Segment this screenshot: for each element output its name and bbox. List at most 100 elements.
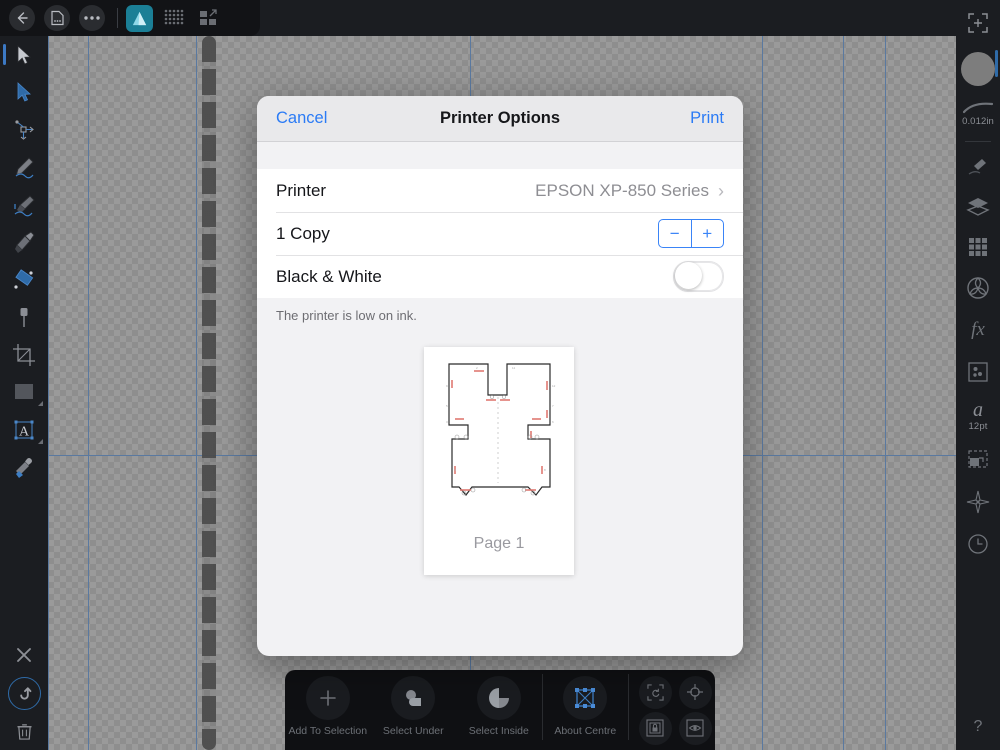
colour-swatch-icon[interactable]	[956, 46, 1000, 92]
font-size-label: 12pt	[968, 421, 988, 432]
effects-studio-icon[interactable]: fx	[956, 309, 1000, 351]
lock-children-icon	[638, 711, 672, 745]
more-icon[interactable]	[79, 5, 105, 31]
move-tool-icon	[17, 44, 31, 65]
pencil-tool[interactable]	[0, 149, 48, 187]
corner-tool-icon	[15, 120, 34, 140]
lock-children-button[interactable]	[635, 710, 675, 746]
guide-vertical	[196, 36, 197, 750]
cycle-selection-button[interactable]	[635, 674, 675, 710]
select-under-glyph	[406, 690, 422, 706]
undo-icon[interactable]	[0, 674, 48, 712]
top-toolbar	[0, 0, 260, 36]
close-icon[interactable]	[0, 636, 48, 674]
pixel-persona-icon[interactable]	[161, 5, 187, 31]
eyedropper-icon	[16, 458, 32, 479]
cycle-selection-icon	[638, 675, 672, 709]
history-studio-icon[interactable]	[956, 523, 1000, 565]
crosshair-glyph	[687, 684, 704, 700]
help-button[interactable]: ?	[956, 712, 1000, 742]
layers-studio-icon[interactable]	[956, 187, 1000, 227]
selected-object[interactable]	[202, 36, 216, 750]
select-under-label: Select Under	[382, 725, 444, 737]
export-glyph	[200, 9, 217, 25]
guide-vertical	[762, 36, 763, 750]
document-icon[interactable]	[44, 5, 70, 31]
svg-text:8: 8	[544, 468, 546, 472]
dialog-spacer	[257, 142, 743, 169]
move-origin-button[interactable]	[675, 674, 715, 710]
about-centre-button[interactable]: About Centre	[543, 670, 629, 737]
add-to-selection-label: Add To Selection	[288, 725, 368, 737]
svg-text:11: 11	[512, 366, 515, 370]
tool-expand-indicator	[38, 401, 43, 406]
export-persona-studio-icon[interactable]	[956, 439, 1000, 481]
decrement-copies-button[interactable]: −	[659, 220, 692, 247]
pen-tool[interactable]	[0, 224, 48, 262]
document-glyph	[50, 10, 64, 26]
node-tool[interactable]	[0, 74, 48, 112]
draw-persona-icon[interactable]	[126, 4, 153, 32]
show-selection-button[interactable]	[675, 710, 715, 746]
swatches-studio-icon[interactable]	[956, 227, 1000, 267]
black-and-white-toggle[interactable]	[673, 261, 724, 292]
plus-icon	[305, 676, 350, 720]
page-preview[interactable]: 2 11 9 12 57 36 48 Page 1	[424, 347, 574, 575]
adjustment-studio-icon[interactable]	[956, 351, 1000, 393]
export-persona-icon[interactable]	[195, 5, 221, 31]
export-slice-glyph	[968, 450, 988, 468]
transform-glyph	[968, 13, 988, 33]
vector-brush-tool[interactable]	[0, 186, 48, 224]
guide-vertical	[48, 36, 49, 750]
cancel-button[interactable]: Cancel	[276, 109, 327, 128]
crop-tool[interactable]	[0, 336, 48, 374]
move-origin-icon	[678, 675, 712, 709]
character-studio-icon[interactable]: a 12pt	[956, 393, 1000, 439]
fill-tool[interactable]	[0, 261, 48, 299]
printer-label: Printer	[276, 180, 327, 200]
compass-glyph	[966, 490, 990, 514]
undo-ring	[7, 676, 41, 710]
text-tool[interactable]: A	[0, 411, 48, 449]
svg-text:A: A	[19, 424, 30, 439]
shape-tool[interactable]	[0, 374, 48, 412]
transform-studio-icon[interactable]	[956, 0, 1000, 46]
current-colour	[961, 52, 995, 86]
dialog-header: Cancel Printer Options Print	[257, 96, 743, 142]
increment-copies-button[interactable]: +	[692, 220, 724, 247]
move-tool[interactable]	[0, 36, 48, 74]
copies-stepper[interactable]: − +	[658, 219, 724, 248]
undo-arrow-glyph	[19, 686, 31, 700]
cycle-glyph	[646, 683, 664, 701]
back-icon[interactable]	[9, 5, 35, 31]
toggle-knob	[675, 262, 702, 289]
select-under-icon	[391, 676, 436, 720]
tool-expand-indicator	[38, 438, 43, 444]
lock-glyph	[646, 719, 664, 737]
character-a-glyph: a	[973, 399, 983, 421]
trash-can-glyph	[16, 723, 32, 740]
select-under-button[interactable]: Select Under	[371, 670, 457, 737]
affinity-designer-glyph	[132, 11, 147, 25]
svg-text:3: 3	[446, 420, 448, 424]
printer-row[interactable]: Printer EPSON XP-850 Series ›	[257, 169, 743, 212]
add-to-selection-button[interactable]: Add To Selection	[285, 670, 371, 737]
select-inside-button[interactable]: Select Inside	[456, 670, 542, 737]
black-and-white-label: Black & White	[276, 266, 382, 286]
colour-selected-indicator	[995, 50, 998, 77]
pixel-grid-glyph	[164, 9, 184, 25]
stroke-width-icon[interactable]: 0.012in	[956, 92, 1000, 136]
back-arrow-glyph	[17, 12, 28, 24]
svg-text:6: 6	[552, 420, 554, 424]
pen-tool-icon	[15, 231, 35, 254]
print-button[interactable]: Print	[690, 109, 724, 128]
transparency-tool[interactable]	[0, 299, 48, 337]
colour-picker-tool[interactable]	[0, 449, 48, 487]
right-toolbar: 0.012in fx a 12pt ?	[956, 0, 1000, 750]
colour-wheel-studio-icon[interactable]	[956, 267, 1000, 309]
brushes-studio-icon[interactable]	[956, 147, 1000, 187]
navigator-studio-icon[interactable]	[956, 481, 1000, 523]
copies-label: 1 Copy	[276, 223, 330, 243]
delete-icon[interactable]	[0, 712, 48, 750]
corner-tool[interactable]	[0, 111, 48, 149]
